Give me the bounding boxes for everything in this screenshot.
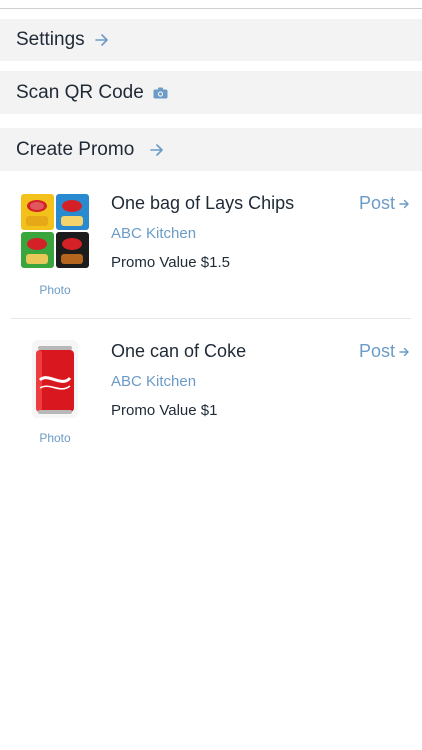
photo-label[interactable]: Photo [18, 283, 92, 297]
post-label: Post [358, 193, 395, 213]
chips-photo[interactable] [18, 192, 92, 270]
promo-item: Photo One bag of Lays Chips ABC Kitchen … [0, 188, 422, 318]
promo-value: Promo Value $1.5 [111, 254, 230, 271]
create-promo-label: Create Promo [16, 138, 135, 160]
settings-label: Settings [16, 29, 85, 50]
promo-vendor: ABC Kitchen [111, 225, 197, 242]
promo-item: Photo One can of Coke ABC Kitchen Promo … [0, 336, 422, 456]
top-divider [0, 8, 422, 9]
arrow-right-icon [399, 199, 410, 209]
arrow-right-icon [150, 143, 164, 156]
post-button[interactable]: Post [359, 341, 410, 362]
scan-qr-row[interactable]: Scan QR Code [0, 71, 422, 114]
settings-row[interactable]: Settings [0, 19, 422, 61]
photo-label[interactable]: Photo [18, 431, 92, 445]
promo-title: One can of Coke [111, 341, 247, 361]
arrow-right-icon [94, 34, 109, 46]
create-promo-row[interactable]: Create Promo [0, 128, 422, 171]
arrow-right-icon [399, 347, 410, 357]
coke-photo[interactable] [18, 340, 92, 418]
camera-icon [153, 87, 168, 99]
post-button[interactable]: Post [359, 193, 410, 214]
item-divider [11, 318, 411, 319]
promo-vendor: ABC Kitchen [111, 373, 197, 390]
promo-title: One bag of Lays Chips [111, 193, 295, 213]
promo-value: Promo Value $1 [111, 402, 218, 419]
scan-qr-label: Scan QR Code [16, 81, 144, 103]
post-label: Post [358, 341, 395, 361]
